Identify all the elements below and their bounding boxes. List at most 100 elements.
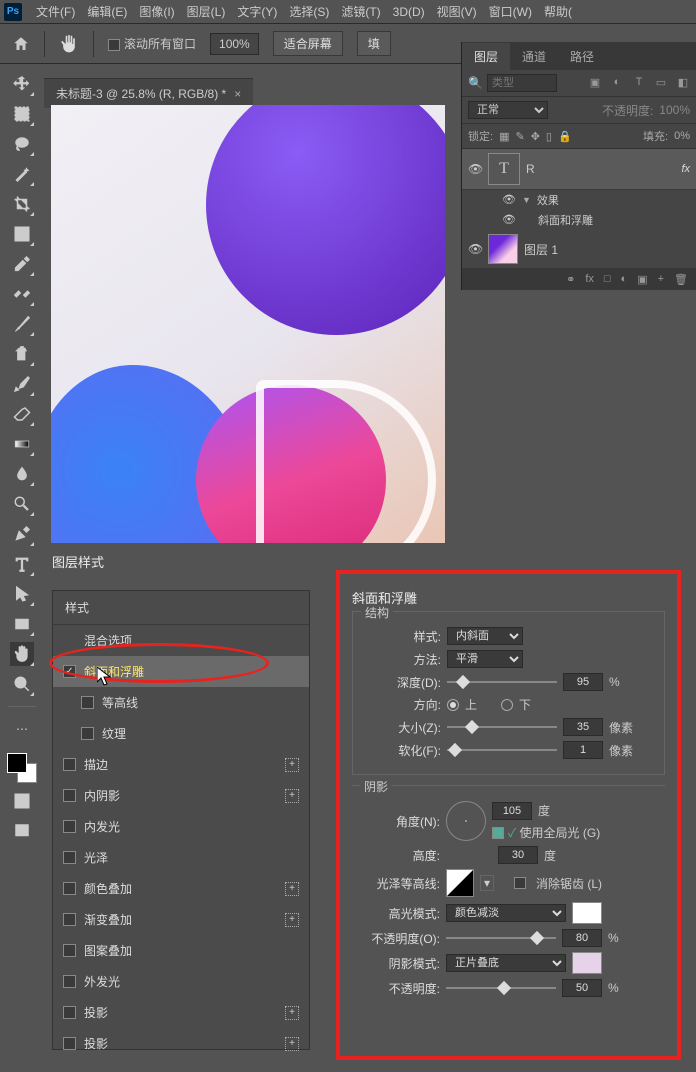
- style-inner_shadow[interactable]: 内阴影+: [53, 780, 309, 811]
- blur-tool[interactable]: [10, 462, 34, 486]
- quick-mask[interactable]: [10, 789, 34, 813]
- style-grad_overlay[interactable]: 渐变叠加+: [53, 904, 309, 935]
- visibility-icon[interactable]: 👁: [502, 193, 516, 207]
- menu-image[interactable]: 图像(I): [133, 3, 180, 20]
- document-tab[interactable]: 未标题-3 @ 25.8% (R, RGB/8) * ×: [44, 78, 253, 108]
- highlight-mode[interactable]: 颜色减淡: [446, 904, 566, 922]
- style-checkbox[interactable]: [63, 1037, 76, 1050]
- tab-layers[interactable]: 图层: [462, 43, 510, 70]
- angle-input[interactable]: [492, 802, 532, 820]
- bevel-technique-select[interactable]: 平滑: [447, 650, 523, 668]
- sh-opacity-input[interactable]: [562, 979, 602, 997]
- pen-tool[interactable]: [10, 522, 34, 546]
- tab-paths[interactable]: 路径: [558, 43, 606, 70]
- style-outer_glow[interactable]: 外发光: [53, 966, 309, 997]
- trash-icon[interactable]: 🗑: [674, 273, 688, 286]
- style-drop1[interactable]: 投影+: [53, 997, 309, 1028]
- styles-header[interactable]: 样式: [53, 591, 309, 625]
- home-icon[interactable]: [12, 35, 30, 53]
- gradient-tool[interactable]: [10, 432, 34, 456]
- sh-opacity-slider[interactable]: [446, 981, 556, 995]
- fx-indicator[interactable]: fx: [681, 163, 690, 175]
- depth-input[interactable]: [563, 673, 603, 691]
- eyedropper-tool[interactable]: [10, 252, 34, 276]
- frame-tool[interactable]: [10, 222, 34, 246]
- crop-tool[interactable]: [10, 192, 34, 216]
- layer-row[interactable]: 👁 T R fx: [462, 149, 696, 190]
- menu-filter[interactable]: 滤镜(T): [335, 3, 386, 20]
- style-contour[interactable]: 等高线: [53, 687, 309, 718]
- tab-channels[interactable]: 通道: [510, 43, 558, 70]
- hand-tool-icon[interactable]: [59, 34, 79, 54]
- dir-up-radio[interactable]: [447, 699, 459, 711]
- style-checkbox[interactable]: [63, 913, 76, 926]
- path-select-tool[interactable]: [10, 582, 34, 606]
- menu-layer[interactable]: 图层(L): [181, 3, 232, 20]
- soften-input[interactable]: [563, 741, 603, 759]
- lasso-tool[interactable]: [10, 132, 34, 156]
- style-checkbox[interactable]: [63, 882, 76, 895]
- style-checkbox[interactable]: [63, 851, 76, 864]
- chevron-down-icon[interactable]: ▾: [480, 875, 494, 891]
- style-texture[interactable]: 纹理: [53, 718, 309, 749]
- hand-tool[interactable]: [10, 642, 34, 666]
- add-instance-icon[interactable]: +: [285, 913, 299, 927]
- style-checkbox[interactable]: [63, 944, 76, 957]
- fx-icon[interactable]: fx: [585, 273, 594, 286]
- adjustment-icon[interactable]: ◐: [621, 273, 628, 286]
- antialias-check[interactable]: [514, 877, 526, 889]
- menu-select[interactable]: 选择(S): [283, 3, 335, 20]
- add-instance-icon[interactable]: +: [285, 1037, 299, 1051]
- opacity-value[interactable]: 100%: [659, 103, 690, 117]
- close-icon[interactable]: ×: [234, 87, 241, 101]
- shadow-mode[interactable]: 正片叠底: [446, 954, 566, 972]
- style-drop2[interactable]: 投影+: [53, 1028, 309, 1059]
- hi-opacity-input[interactable]: [562, 929, 602, 947]
- filter-adjust-icon[interactable]: ◐: [610, 76, 624, 90]
- style-color_overlay[interactable]: 颜色叠加+: [53, 873, 309, 904]
- menu-view[interactable]: 视图(V): [431, 3, 483, 20]
- style-checkbox[interactable]: [63, 820, 76, 833]
- blend-mode[interactable]: 正常: [468, 101, 548, 119]
- rectangle-tool[interactable]: [10, 612, 34, 636]
- layer-name[interactable]: R: [526, 162, 535, 176]
- dir-down-radio[interactable]: [501, 699, 513, 711]
- group-icon[interactable]: ▣: [637, 273, 647, 286]
- filter-smart-icon[interactable]: ◧: [676, 76, 690, 90]
- lock-artboard-icon[interactable]: ▯: [546, 130, 552, 143]
- soften-slider[interactable]: [447, 743, 557, 757]
- filter-shape-icon[interactable]: ▭: [654, 76, 668, 90]
- depth-slider[interactable]: [447, 675, 557, 689]
- history-brush-tool[interactable]: [10, 372, 34, 396]
- canvas[interactable]: [51, 105, 445, 543]
- lock-move-icon[interactable]: ✥: [531, 130, 540, 143]
- shadow-color[interactable]: [572, 952, 602, 974]
- style-checkbox[interactable]: [63, 758, 76, 771]
- link-icon[interactable]: ⚭: [566, 273, 575, 286]
- layer-effects[interactable]: 👁 ▼ 效果: [462, 190, 696, 210]
- menu-window[interactable]: 窗口(W): [483, 3, 538, 20]
- edit-toolbar[interactable]: ⋯: [10, 717, 34, 741]
- highlight-color[interactable]: [572, 902, 602, 924]
- layer-row[interactable]: 👁 图层 1: [462, 230, 696, 269]
- bevel-style-select[interactable]: 内斜面: [447, 627, 523, 645]
- chevron-down-icon[interactable]: ▼: [522, 195, 531, 205]
- add-instance-icon[interactable]: +: [285, 1006, 299, 1020]
- style-stroke[interactable]: 描边+: [53, 749, 309, 780]
- gloss-contour[interactable]: [446, 869, 474, 897]
- style-checkbox[interactable]: [63, 1006, 76, 1019]
- style-bevel[interactable]: 斜面和浮雕: [53, 656, 309, 687]
- screen-mode[interactable]: [10, 819, 34, 843]
- style-checkbox[interactable]: [63, 789, 76, 802]
- magic-wand-tool[interactable]: [10, 162, 34, 186]
- type-tool[interactable]: [10, 552, 34, 576]
- size-input[interactable]: [563, 718, 603, 736]
- scroll-all-check[interactable]: 滚动所有窗口: [108, 35, 196, 52]
- style-checkbox[interactable]: [63, 665, 76, 678]
- filter-type[interactable]: [487, 74, 557, 92]
- add-instance-icon[interactable]: +: [285, 789, 299, 803]
- visibility-icon[interactable]: 👁: [468, 162, 482, 176]
- lock-all-icon[interactable]: 🔒: [558, 130, 572, 143]
- menu-3d[interactable]: 3D(D): [387, 5, 431, 19]
- style-satin[interactable]: 光泽: [53, 842, 309, 873]
